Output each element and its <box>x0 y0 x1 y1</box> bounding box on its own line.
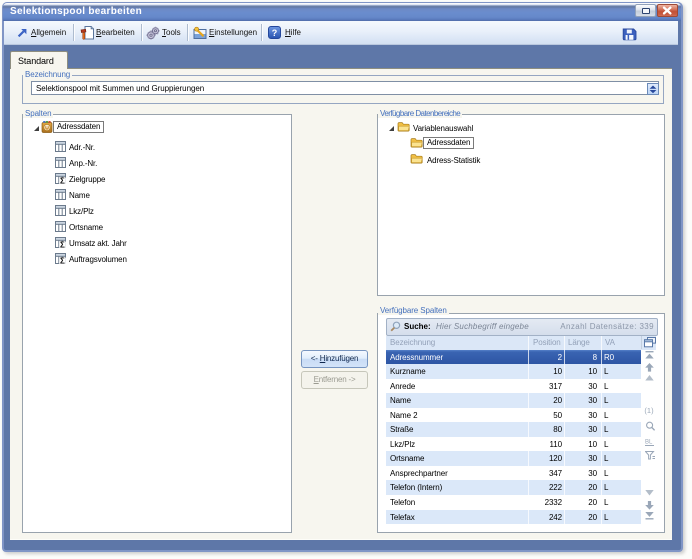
svg-text:Σ: Σ <box>60 257 65 264</box>
svg-text:Σ: Σ <box>60 241 65 248</box>
svg-text:BL: BL <box>645 440 653 446</box>
svg-text:Σ: Σ <box>60 177 65 184</box>
